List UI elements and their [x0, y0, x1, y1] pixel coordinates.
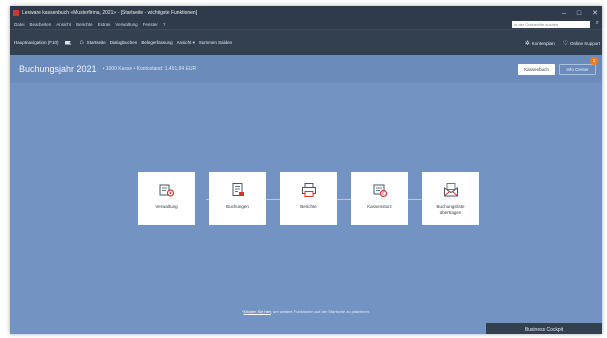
help-search-input[interactable]: In der Onlinehilfe suchen — [512, 21, 590, 28]
tile-verwaltung[interactable]: Verwaltung — [138, 172, 195, 225]
nav-link-startseite[interactable]: Startseite — [87, 40, 106, 45]
svg-text:€: € — [382, 191, 385, 196]
menu-item-verwaltung[interactable]: Verwaltung — [115, 22, 137, 27]
settings-icon — [159, 184, 174, 197]
window-controls: – □ ✕ — [562, 6, 598, 20]
menu-item-datei[interactable]: Datei — [14, 22, 25, 27]
sub-header: Buchungsjahr 2021 • 1000 Kasse • Kontost… — [10, 55, 602, 83]
gear-icon: ✲ — [524, 40, 530, 47]
kontenplan-button[interactable]: ✲ Kontenplan — [525, 40, 555, 47]
maximize-button[interactable]: □ — [577, 10, 581, 17]
nav-link-dialogbuchen[interactable]: Dialogbuchen — [110, 40, 138, 45]
nav-right-group: ✲ Kontenplan ♡ Online Support — [525, 30, 600, 56]
customize-hint: *Klicken Sie hier, um weitere Funktionen… — [241, 309, 371, 314]
nav-link-ansicht[interactable]: Ansicht ▾ — [177, 40, 195, 46]
hint-text: um weitere Funktionen auf der Startseite… — [273, 309, 371, 314]
menu-item-ansicht[interactable]: Ansicht — [56, 22, 71, 27]
menu-item-bearbeiten[interactable]: Bearbeiten — [30, 22, 52, 27]
tile-label: Verwaltung — [155, 204, 178, 209]
home-icon[interactable]: ⌂ — [80, 39, 84, 46]
tile-label: Kassensturz — [367, 204, 392, 209]
search-icon[interactable]: ⌕ — [596, 20, 599, 27]
nav-link-summen-salden[interactable]: Summen Salden — [199, 40, 232, 45]
close-button[interactable]: ✕ — [592, 9, 598, 17]
kassenbuch-button[interactable]: Kassenbuch — [518, 64, 555, 75]
window-title: Lexware kassenbuch «Musterfirma, 2021» -… — [22, 10, 198, 16]
cash-count-icon: € — [373, 184, 387, 198]
fiscal-year-title: Buchungsjahr 2021 — [19, 64, 97, 74]
online-support-label: Online Support — [569, 40, 600, 46]
menu-item-fenster[interactable]: Fenster — [143, 22, 158, 27]
tile-buchungen[interactable]: Buchungen — [209, 172, 266, 225]
tile-buchungsliste-uebertragen[interactable]: Buchungsliste übertragen — [422, 172, 479, 225]
tile-label: Buchungen — [226, 204, 249, 209]
online-support-button[interactable]: ♡ Online Support — [563, 40, 600, 47]
bookings-icon — [232, 183, 244, 196]
navigation-bar: Hauptnavigation (F10) ⌂ Startseite Dialo… — [10, 29, 602, 55]
tile-kassensturz[interactable]: € Kassensturz — [351, 172, 408, 225]
transfer-envelope-icon — [443, 183, 458, 197]
customize-link[interactable]: Klicken Sie hier — [244, 309, 271, 314]
nav-link-belegerfassung[interactable]: Belegerfassung — [141, 40, 172, 45]
tile-berichte[interactable]: Berichte — [280, 172, 337, 225]
support-icon: ♡ — [562, 40, 568, 47]
app-window: Lexware kassenbuch «Musterfirma, 2021» -… — [10, 6, 602, 334]
business-cockpit-button[interactable]: Business Cockpit — [486, 323, 602, 334]
flag-icon[interactable] — [64, 40, 72, 45]
tile-label: Berichte — [300, 204, 317, 209]
app-logo — [13, 10, 19, 16]
notification-badge: 1 — [590, 57, 598, 65]
menu-item-extras[interactable]: Extras — [98, 22, 111, 27]
kontenplan-label: Kontenplan — [531, 40, 555, 46]
account-balance-info: • 1000 Kasse • Kontostand: 1.451,84 EUR — [102, 66, 197, 72]
printer-icon — [301, 183, 316, 197]
menu-item-help[interactable]: ? — [163, 22, 166, 27]
title-bar: Lexware kassenbuch «Musterfirma, 2021» -… — [10, 6, 602, 20]
tile-label: Buchungsliste übertragen — [436, 204, 465, 215]
minimize-button[interactable]: – — [562, 10, 566, 17]
menu-item-berichte[interactable]: Berichte — [76, 22, 93, 27]
info-center-button[interactable]: Info Center — [559, 64, 596, 75]
main-navigation-button[interactable]: Hauptnavigation (F10) — [14, 40, 59, 45]
